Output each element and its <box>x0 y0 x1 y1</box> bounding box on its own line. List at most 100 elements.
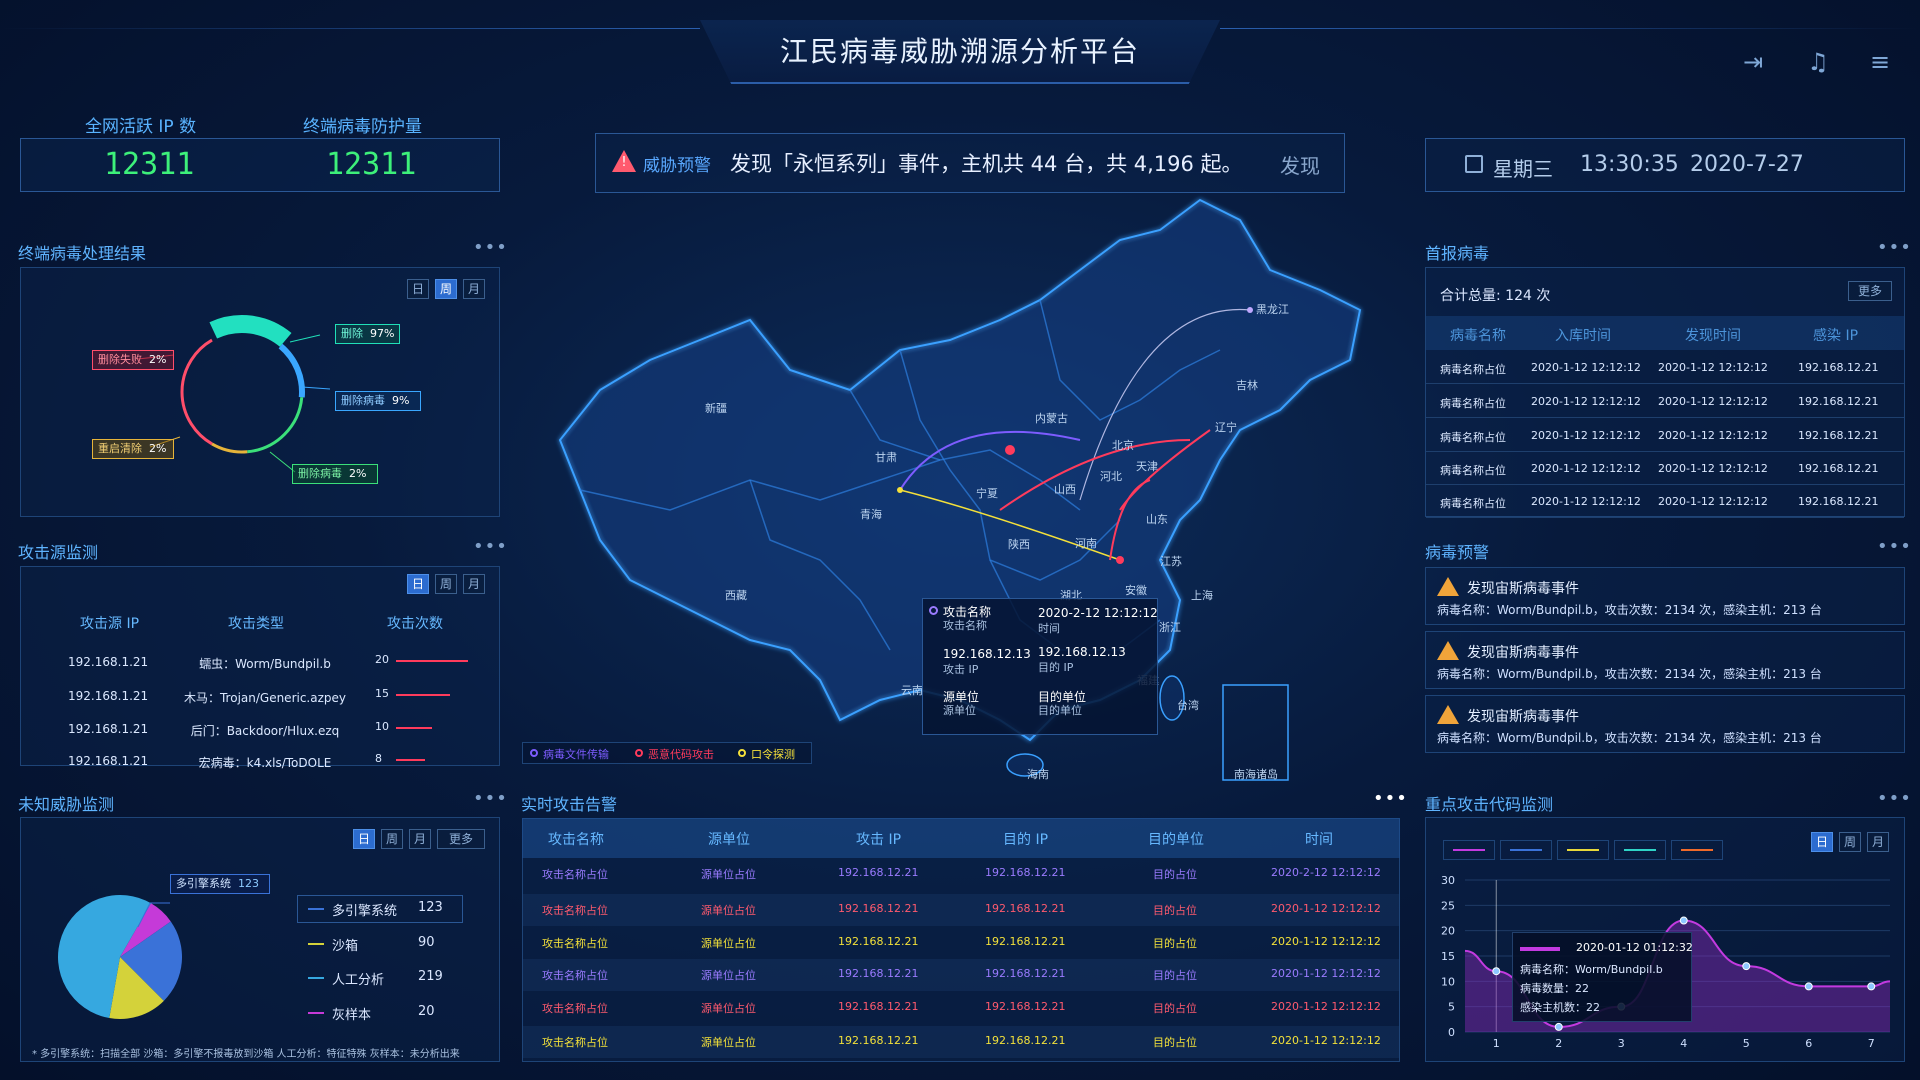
series-point[interactable] <box>1742 962 1751 971</box>
map-province-label: 辽宁 <box>1215 421 1237 434</box>
x-tick-label: 7 <box>1868 1037 1875 1050</box>
alert-row[interactable] <box>523 992 1399 1024</box>
report-cell: 病毒名称占位 <box>1440 464 1506 477</box>
alert-cell-name: 攻击名称占位 <box>542 868 608 881</box>
tooltip-attack-ip-label: 攻击 IP <box>943 663 979 676</box>
legend-value: 219 <box>418 969 443 984</box>
alert-cell-src: 源单位占位 <box>701 904 756 917</box>
unknown-threat-more-icon[interactable]: ••• <box>473 788 508 809</box>
alert-cell-dst: 目的占位 <box>1153 937 1197 950</box>
calendar-icon <box>1465 155 1483 173</box>
key-tab-week[interactable]: 周 <box>1839 832 1861 852</box>
clock-date: 2020-7-27 <box>1690 152 1804 177</box>
alert-row[interactable] <box>523 959 1399 991</box>
map-province-label: 台湾 <box>1177 699 1199 712</box>
alert-cell-aip: 192.168.12.21 <box>838 866 919 879</box>
stat-label-protection: 终端病毒防护量 <box>303 117 422 137</box>
label-delete-virus: 删除病毒 9% <box>335 391 421 411</box>
map-province-label: 新疆 <box>705 402 727 415</box>
chart-tooltip-time: 2020-01-12 01:12:32 <box>1576 941 1693 954</box>
virus-warn-more-icon[interactable]: ••• <box>1877 536 1912 557</box>
alert-cell-dst: 目的占位 <box>1153 1002 1197 1015</box>
alert-row[interactable] <box>523 858 1399 890</box>
alerts-header-cell: 攻击名称 <box>548 832 604 848</box>
label-deleted-text: 删除 <box>341 327 363 340</box>
alert-cell-dst: 目的占位 <box>1153 1036 1197 1049</box>
virus-warn-item-detail: 病毒名称：Worm/Bundpil.b，攻击次数：2134 次，感染主机：213… <box>1437 667 1822 681</box>
map-province-label: 南海诸岛 <box>1234 768 1278 781</box>
donut-segment <box>180 338 213 446</box>
virus-warn-item-title: 发现宙斯病毒事件 <box>1467 645 1579 661</box>
label-reboot-clear-text: 重启清除 <box>98 442 142 455</box>
first-report-more-icon[interactable]: ••• <box>1877 237 1912 258</box>
pie-callout-name: 多引擎系统 <box>176 877 231 890</box>
report-cell: 2020-1-12 12:12:12 <box>1531 462 1641 475</box>
legend-value: 20 <box>418 1004 435 1019</box>
key-code-more-icon[interactable]: ••• <box>1877 788 1912 809</box>
alert-cell-src: 源单位占位 <box>701 1002 756 1015</box>
attack-row-count: 15 <box>375 687 389 700</box>
series-point[interactable] <box>1804 982 1813 991</box>
key-tab-day[interactable]: 日 <box>1811 832 1833 852</box>
y-tick-label: 15 <box>1441 950 1455 963</box>
report-cell: 病毒名称占位 <box>1440 397 1506 410</box>
y-tick-label: 10 <box>1441 975 1455 988</box>
attack-count-bar <box>396 694 450 696</box>
series-point[interactable] <box>1554 1022 1563 1031</box>
chart-tooltip-swatch <box>1520 947 1560 951</box>
unknown-footnote: * 多引擎系统：扫描全部 沙箱：多引擎不报毒放到沙箱 人工分析：特征特殊 灰样本… <box>32 1049 460 1060</box>
attack-row-type: 木马：Trojan/Generic.azpey <box>183 691 347 705</box>
attack-tab-day[interactable]: 日 <box>407 574 429 594</box>
alert-row[interactable] <box>523 927 1399 959</box>
report-row-divider <box>1426 383 1904 384</box>
attack-row-ip: 192.168.1.21 <box>68 655 149 669</box>
key-tab-month[interactable]: 月 <box>1867 832 1889 852</box>
attack-source-more-icon[interactable]: ••• <box>473 536 508 557</box>
report-cell: 192.168.12.21 <box>1798 462 1879 475</box>
alert-cell-dip: 192.168.12.21 <box>985 1034 1066 1047</box>
alerts-more-icon[interactable]: ••• <box>1373 788 1408 809</box>
alert-row[interactable] <box>523 894 1399 926</box>
alert-cell-dip: 192.168.12.21 <box>985 967 1066 980</box>
alert-cell-time: 2020-2-12 12:12:12 <box>1271 866 1381 879</box>
series-legend-line <box>1453 849 1485 851</box>
label-delete-virus-2: 删除病毒 2% <box>292 464 378 484</box>
virus-result-donut <box>137 315 331 473</box>
map-province-label: 云南 <box>901 684 923 697</box>
map-legend-label[interactable]: 恶意代码攻击 <box>648 746 714 762</box>
virus-result-more-icon[interactable]: ••• <box>473 237 508 258</box>
map-legend-label[interactable]: 口令探测 <box>751 746 795 762</box>
attack-tab-month[interactable]: 月 <box>463 574 485 594</box>
series-point[interactable] <box>1492 967 1501 976</box>
label-delete-virus-2-pct: 2% <box>349 467 367 480</box>
tooltip-time-label: 时间 <box>1038 622 1060 635</box>
x-tick-label: 2 <box>1555 1037 1562 1050</box>
alert-row[interactable] <box>523 1026 1399 1058</box>
attack-count-bar <box>396 727 432 729</box>
tooltip-dest-ip: 192.168.12.13 <box>1038 645 1126 659</box>
alert-cell-dip: 192.168.12.21 <box>985 1000 1066 1013</box>
attack-row-ip: 192.168.1.21 <box>68 722 149 736</box>
clock-time: 13:30:35 <box>1580 152 1679 177</box>
logout-icon[interactable]: ⇥ <box>1738 47 1768 77</box>
tooltip-attack-name-label: 攻击名称 <box>943 619 987 632</box>
attack-row-count: 8 <box>375 752 382 765</box>
map-province-label: 青海 <box>860 508 882 521</box>
map-province-label: 西藏 <box>725 589 747 602</box>
music-icon[interactable]: ♫ <box>1803 47 1833 77</box>
report-cell: 192.168.12.21 <box>1798 361 1879 374</box>
series-point[interactable] <box>1867 982 1876 991</box>
map-legend-label[interactable]: 病毒文件传输 <box>543 746 609 762</box>
menu-icon[interactable]: ≡ <box>1865 47 1895 77</box>
alerts-header-cell: 源单位 <box>708 832 750 848</box>
x-tick-label: 3 <box>1618 1037 1625 1050</box>
map-province-label: 河南 <box>1075 537 1097 550</box>
attack-tab-week[interactable]: 周 <box>435 574 457 594</box>
legend-name: 多引擎系统 <box>332 904 398 919</box>
series-point[interactable] <box>1679 916 1688 925</box>
first-report-more-button[interactable]: 更多 <box>1848 281 1892 301</box>
attack-th-type: 攻击类型 <box>228 616 284 632</box>
x-tick-label: 4 <box>1680 1037 1687 1050</box>
map-province-label: 黑龙江 <box>1256 303 1289 316</box>
virus-warn-item-detail: 病毒名称：Worm/Bundpil.b，攻击次数：2134 次，感染主机：213… <box>1437 731 1822 745</box>
